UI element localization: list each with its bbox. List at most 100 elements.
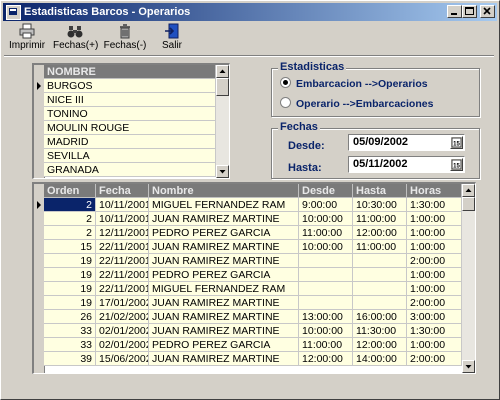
cell-nombre[interactable]: JUAN RAMIREZ MARTINE (149, 240, 299, 254)
scroll-down-button[interactable] (216, 165, 229, 178)
cell-nombre[interactable]: PEDRO PEREZ GARCIA (149, 338, 299, 352)
cell-hasta[interactable] (353, 296, 407, 310)
boat-row[interactable]: NICE III (34, 93, 216, 107)
desde-date-field[interactable]: 05/09/2002 15 (348, 134, 465, 151)
exit-button[interactable]: Salir (157, 23, 187, 53)
cell-fecha[interactable]: 22/11/2001 (96, 268, 149, 282)
table-row[interactable]: 2 10/11/2001 MIGUEL FERNANDEZ RAM 9:00:00 10… (34, 198, 462, 212)
cell-orden[interactable]: 33 (44, 324, 96, 338)
column-header-fecha[interactable]: Fecha (96, 184, 149, 198)
cell-fecha[interactable]: 02/01/2002 (96, 324, 149, 338)
hasta-date-field[interactable]: 05/11/2002 15 (348, 156, 465, 173)
table-row[interactable]: 33 02/01/2002 PEDRO PEREZ GARCIA 11:00:00 12… (34, 338, 462, 352)
cell-horas[interactable]: 1:00:00 (407, 338, 462, 352)
table-row[interactable]: 19 22/11/2001 MIGUEL FERNANDEZ RAM 1:00:00 (34, 282, 462, 296)
boat-name-cell[interactable]: GRANADA (44, 163, 216, 177)
cell-horas[interactable]: 2:00:00 (407, 352, 462, 366)
cell-horas[interactable]: 1:00:00 (407, 240, 462, 254)
print-button[interactable]: Imprimir (9, 23, 45, 53)
radio-dot-selected[interactable] (280, 77, 291, 88)
cell-nombre[interactable]: JUAN RAMIREZ MARTINE (149, 254, 299, 268)
title-bar[interactable]: Estadisticas Barcos - Operarios (3, 3, 497, 21)
table-row[interactable]: 26 21/02/2002 JUAN RAMIREZ MARTINE 13:00:00… (34, 310, 462, 324)
boat-name-cell[interactable]: MOULIN ROUGE (44, 121, 216, 135)
fechas-plus-button[interactable]: Fechas(+) (53, 23, 98, 53)
cell-nombre[interactable]: JUAN RAMIREZ MARTINE (149, 296, 299, 310)
boats-header-nombre[interactable]: NOMBRE (44, 65, 216, 79)
column-header-desde[interactable]: Desde (299, 184, 353, 198)
cell-desde[interactable] (299, 282, 353, 296)
cell-horas[interactable]: 2:00:00 (407, 254, 462, 268)
table-row[interactable]: 2 10/11/2001 JUAN RAMIREZ MARTINE 10:00:00 1… (34, 212, 462, 226)
cell-desde[interactable] (299, 254, 353, 268)
cell-orden[interactable]: 26 (44, 310, 96, 324)
cell-nombre[interactable]: JUAN RAMIREZ MARTINE (149, 310, 299, 324)
column-header-horas[interactable]: Horas (407, 184, 462, 198)
boats-scrollbar[interactable] (216, 65, 229, 178)
scroll-thumb[interactable] (216, 78, 229, 96)
cell-orden[interactable]: 19 (44, 282, 96, 296)
cell-fecha[interactable]: 10/11/2001 (96, 212, 149, 226)
cell-desde[interactable]: 9:00:00 (299, 198, 353, 212)
boat-name-cell[interactable]: NICE III (44, 93, 216, 107)
cell-fecha[interactable]: 17/01/2002 (96, 296, 149, 310)
cell-hasta[interactable]: 16:00:00 (353, 310, 407, 324)
cell-horas[interactable]: 1:30:00 (407, 198, 462, 212)
table-row[interactable]: 2 12/11/2001 PEDRO PEREZ GARCIA 11:00:00 12:… (34, 226, 462, 240)
cell-hasta[interactable]: 12:00:00 (353, 226, 407, 240)
boat-row[interactable]: GRANADA (34, 163, 216, 177)
cell-horas[interactable]: 1:00:00 (407, 212, 462, 226)
cell-desde[interactable]: 11:00:00 (299, 338, 353, 352)
fechas-minus-button[interactable]: Fechas(-) (103, 23, 147, 53)
scroll-up-button[interactable] (462, 184, 475, 197)
cell-hasta[interactable]: 10:30:00 (353, 198, 407, 212)
app-icon[interactable] (6, 5, 21, 20)
cell-hasta[interactable] (353, 268, 407, 282)
cell-orden[interactable]: 39 (44, 352, 96, 366)
cell-fecha[interactable]: 15/06/2002 (96, 352, 149, 366)
table-row[interactable]: 19 22/11/2001 JUAN RAMIREZ MARTINE 2:00:00 (34, 254, 462, 268)
scroll-up-button[interactable] (216, 65, 229, 78)
desde-calendar-button[interactable]: 15 (450, 136, 463, 149)
cell-nombre[interactable]: MIGUEL FERNANDEZ RAM (149, 198, 299, 212)
cell-hasta[interactable]: 12:00:00 (353, 338, 407, 352)
scroll-down-button[interactable] (462, 360, 475, 373)
cell-desde[interactable]: 10:00:00 (299, 240, 353, 254)
boat-row[interactable]: MOULIN ROUGE (34, 121, 216, 135)
table-row[interactable]: 33 02/01/2002 JUAN RAMIREZ MARTINE 10:00:00… (34, 324, 462, 338)
cell-hasta[interactable]: 14:00:00 (353, 352, 407, 366)
cell-horas[interactable]: 1:00:00 (407, 282, 462, 296)
cell-fecha[interactable]: 21/02/2002 (96, 310, 149, 324)
boat-row[interactable]: MADRID (34, 135, 216, 149)
cell-nombre[interactable]: PEDRO PEREZ GARCIA (149, 268, 299, 282)
radio-dot[interactable] (280, 97, 291, 108)
column-header-hasta[interactable]: Hasta (353, 184, 407, 198)
cell-fecha[interactable]: 22/11/2001 (96, 240, 149, 254)
cell-hasta[interactable]: 11:30:00 (353, 324, 407, 338)
cell-horas[interactable]: 1:00:00 (407, 226, 462, 240)
boat-row[interactable]: SEVILLA (34, 149, 216, 163)
boat-name-cell[interactable]: TONINO (44, 107, 216, 121)
column-header-nombre[interactable]: Nombre (149, 184, 299, 198)
cell-desde[interactable] (299, 268, 353, 282)
cell-desde[interactable]: 10:00:00 (299, 212, 353, 226)
cell-hasta[interactable]: 11:00:00 (353, 240, 407, 254)
table-row[interactable]: 15 22/11/2001 JUAN RAMIREZ MARTINE 10:00:00… (34, 240, 462, 254)
records-scrollbar[interactable] (462, 184, 475, 373)
cell-orden[interactable]: 15 (44, 240, 96, 254)
cell-hasta[interactable] (353, 254, 407, 268)
cell-horas[interactable]: 2:00:00 (407, 296, 462, 310)
radio-operario-embarcaciones[interactable]: Operario -->Embarcaciones (280, 97, 433, 111)
cell-fecha[interactable]: 10/11/2001 (96, 198, 149, 212)
cell-orden[interactable]: 19 (44, 268, 96, 282)
cell-desde[interactable] (299, 296, 353, 310)
table-row[interactable]: 39 15/06/2002 JUAN RAMIREZ MARTINE 12:00:00… (34, 352, 462, 366)
cell-horas[interactable]: 3:00:00 (407, 310, 462, 324)
cell-hasta[interactable]: 11:00:00 (353, 212, 407, 226)
cell-desde[interactable]: 13:00:00 (299, 310, 353, 324)
boat-row[interactable]: BURGOS (34, 79, 216, 93)
cell-fecha[interactable]: 02/01/2002 (96, 338, 149, 352)
cell-orden[interactable]: 19 (44, 254, 96, 268)
cell-desde[interactable]: 10:00:00 (299, 324, 353, 338)
boat-name-cell[interactable]: BURGOS (44, 79, 216, 93)
